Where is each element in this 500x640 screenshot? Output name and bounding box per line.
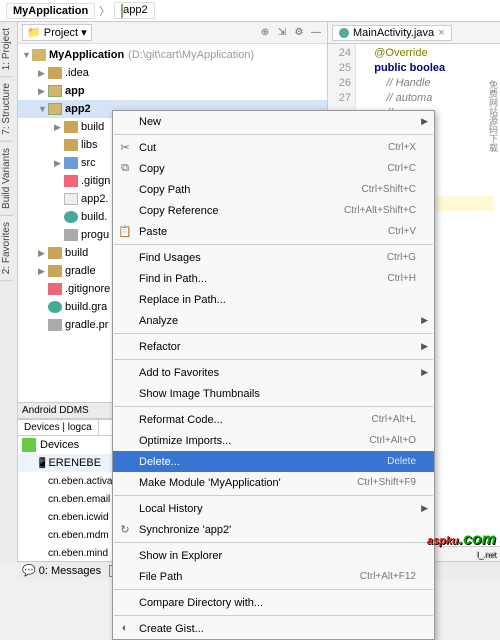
menu-item[interactable]: New▶ xyxy=(113,111,434,132)
close-icon[interactable]: × xyxy=(438,27,444,39)
editor-tab-main[interactable]: MainActivity.java × xyxy=(332,25,452,41)
tree-node[interactable]: ▶app xyxy=(18,82,327,100)
menu-item[interactable]: Replace in Path... xyxy=(113,289,434,310)
vtab-favorites[interactable]: 2: Favorites xyxy=(0,216,13,281)
menu-item[interactable]: Add to Favorites▶ xyxy=(113,362,434,383)
ddms-tab-devices[interactable]: Devices | logca xyxy=(18,420,99,435)
menu-item[interactable]: Find in Path...Ctrl+H xyxy=(113,268,434,289)
menu-item[interactable]: Refactor▶ xyxy=(113,336,434,357)
vtab-structure[interactable]: 7: Structure xyxy=(0,77,13,142)
left-tool-strip: 1: Project 7: Structure Build Variants 2… xyxy=(0,22,18,562)
menu-item[interactable]: Copy ReferenceCtrl+Alt+Shift+C xyxy=(113,200,434,221)
menu-item[interactable]: Show Image Thumbnails xyxy=(113,383,434,404)
menu-icon: ⧉ xyxy=(118,162,132,176)
hide-icon[interactable]: — xyxy=(309,26,323,40)
menu-item[interactable]: Show in Explorer xyxy=(113,545,434,566)
chevron-right-icon: ▶ xyxy=(421,367,428,378)
menu-item[interactable]: Analyze▶ xyxy=(113,310,434,331)
vtab-project[interactable]: 1: Project xyxy=(0,22,13,77)
menu-item[interactable]: Copy PathCtrl+Shift+C xyxy=(113,179,434,200)
menu-icon: ✂ xyxy=(118,141,132,155)
menu-item[interactable]: Local History▶ xyxy=(113,498,434,519)
messages-button[interactable]: 💬 0: Messages xyxy=(22,564,101,577)
gear-icon[interactable]: ⚙ xyxy=(292,26,306,40)
android-icon xyxy=(22,438,36,452)
menu-item[interactable]: Reformat Code...Ctrl+Alt+L xyxy=(113,409,434,430)
menu-item[interactable]: Find UsagesCtrl+G xyxy=(113,247,434,268)
scroll-to-icon[interactable]: ⊕ xyxy=(258,26,272,40)
collapse-icon[interactable]: ⇲ xyxy=(275,26,289,40)
menu-item[interactable]: ↻Synchronize 'app2' xyxy=(113,519,434,540)
menu-item[interactable]: Compare Directory with... xyxy=(113,592,434,613)
tree-root[interactable]: ▼MyApplication(D:\git\cart\MyApplication… xyxy=(18,46,327,64)
menu-icon: 📋 xyxy=(118,225,132,239)
tree-node[interactable]: ▶.idea xyxy=(18,64,327,82)
menu-item[interactable]: Optimize Imports...Ctrl+Alt+O xyxy=(113,430,434,451)
chevron-right-icon: ▶ xyxy=(421,503,428,514)
chevron-right-icon: 〉 xyxy=(99,3,110,19)
breadcrumb: MyApplication 〉 app2 xyxy=(0,0,500,22)
menu-icon: ↻ xyxy=(118,523,132,537)
context-menu[interactable]: New▶ ✂CutCtrl+X⧉CopyCtrl+CCopy PathCtrl+S… xyxy=(112,110,435,640)
menu-item[interactable]: 📋PasteCtrl+V xyxy=(113,221,434,242)
chevron-right-icon: ▶ xyxy=(421,341,428,352)
project-toolbar: 📁 Project ▾ ⊕ ⇲ ⚙ — xyxy=(18,22,327,44)
watermark-side: 免费网站源码下载 xyxy=(487,80,500,152)
breadcrumb-module[interactable]: app2 xyxy=(114,2,154,18)
chevron-right-icon: ▶ xyxy=(421,315,428,326)
menu-item[interactable]: ✂CutCtrl+X xyxy=(113,137,434,158)
menu-item[interactable]: File PathCtrl+Alt+F12 xyxy=(113,566,434,587)
chevron-right-icon: ▶ xyxy=(421,116,428,127)
project-view-select[interactable]: 📁 Project ▾ xyxy=(22,24,92,41)
menu-item[interactable]: ◐Create Gist... xyxy=(113,618,434,639)
class-icon xyxy=(339,28,349,38)
vtab-build-variants[interactable]: Build Variants xyxy=(0,142,13,216)
watermark: aspku.com l_.net xyxy=(427,524,496,559)
breadcrumb-root[interactable]: MyApplication xyxy=(6,3,95,19)
menu-item[interactable]: ⧉CopyCtrl+C xyxy=(113,158,434,179)
menu-item[interactable]: Delete...Delete xyxy=(113,451,434,472)
editor-tabs: MainActivity.java × xyxy=(328,22,500,44)
menu-icon: ◐ xyxy=(118,622,132,636)
menu-item[interactable]: Make Module 'MyApplication'Ctrl+Shift+F9 xyxy=(113,472,434,493)
